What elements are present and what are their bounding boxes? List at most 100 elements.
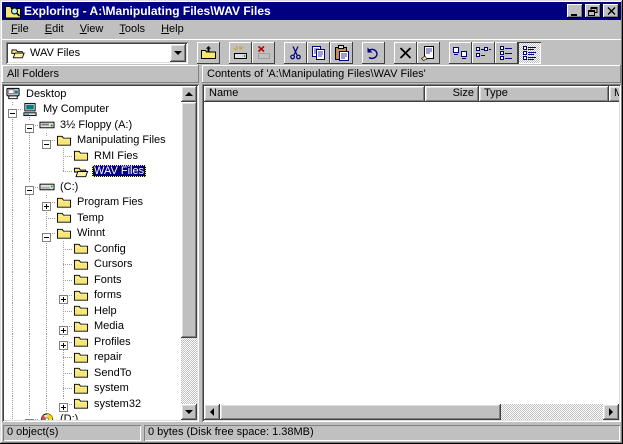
map-network-drive-button[interactable] <box>229 42 252 64</box>
tree-item-label[interactable]: Help <box>92 305 119 317</box>
tree-item-label[interactable]: repair <box>92 351 124 363</box>
up-one-level-button[interactable] <box>197 42 220 64</box>
cut-button[interactable] <box>284 42 307 64</box>
tree-item-label[interactable]: Program Fies <box>75 196 145 208</box>
tree-item-manipulating-files[interactable]: Manipulating Files <box>4 133 181 149</box>
tree-item-profiles[interactable]: Profiles <box>4 334 181 350</box>
details-button[interactable] <box>518 42 541 64</box>
close-button[interactable] <box>603 4 619 18</box>
tree-item-label[interactable]: system32 <box>92 398 143 410</box>
tree-item-system32[interactable]: system32 <box>4 396 181 412</box>
scroll-up-button[interactable] <box>181 86 197 102</box>
tree-item-label[interactable]: forms <box>92 289 124 301</box>
vertical-scroll-track[interactable] <box>181 338 197 404</box>
tree-item-label[interactable]: Profiles <box>92 336 133 348</box>
tree-item-forms[interactable]: forms <box>4 288 181 304</box>
expand-plus-icon[interactable] <box>42 198 51 207</box>
collapse-minus-icon[interactable] <box>42 229 51 238</box>
tree-item-label[interactable]: SendTo <box>92 367 133 379</box>
menu-help[interactable]: Help <box>153 21 192 38</box>
expand-plus-icon[interactable] <box>25 415 34 421</box>
tree-guide <box>21 288 38 304</box>
tree-vertical-scrollbar[interactable] <box>181 86 197 420</box>
expand-plus-icon[interactable] <box>59 337 68 346</box>
expand-plus-icon[interactable] <box>59 322 68 331</box>
tree-item-label[interactable]: WAV Files <box>92 165 146 177</box>
tree-item-system[interactable]: system <box>4 381 181 397</box>
expand-plus-icon[interactable] <box>59 291 68 300</box>
menu-edit[interactable]: Edit <box>37 21 72 38</box>
collapse-minus-icon[interactable] <box>42 136 51 145</box>
tree-item-cursors[interactable]: Cursors <box>4 257 181 273</box>
file-list-area[interactable] <box>204 102 619 404</box>
horizontal-scroll-track[interactable] <box>501 404 603 420</box>
tree-item-label[interactable]: Media <box>92 320 126 332</box>
properties-button[interactable] <box>417 42 440 64</box>
collapse-minus-icon[interactable] <box>25 120 34 129</box>
menu-file[interactable]: File <box>3 21 37 38</box>
tree-item-label[interactable]: (D:) <box>58 413 80 420</box>
menu-view[interactable]: View <box>72 21 112 38</box>
folder-icon <box>56 133 72 148</box>
tree-item-label[interactable]: Winnt <box>75 227 107 239</box>
explorer-app-icon <box>5 4 21 19</box>
undo-button[interactable] <box>362 42 385 64</box>
vertical-scroll-thumb[interactable] <box>181 102 197 338</box>
tree-item-wav-files[interactable]: WAV Files <box>4 164 181 180</box>
menu-tools[interactable]: Tools <box>111 21 153 38</box>
tree-item-label[interactable]: My Computer <box>41 103 111 115</box>
collapse-minus-icon[interactable] <box>25 182 34 191</box>
tree-item-label[interactable]: Cursors <box>92 258 135 270</box>
tree-guide <box>4 303 21 319</box>
address-combo[interactable]: WAV Files <box>6 42 188 64</box>
tree-item-label[interactable]: Config <box>92 243 128 255</box>
copy-button[interactable] <box>307 42 330 64</box>
tree-item-label[interactable]: 3½ Floppy (A:) <box>58 119 134 131</box>
minimize-button[interactable] <box>567 4 583 18</box>
tree-item-config[interactable]: Config <box>4 241 181 257</box>
tree-item-sendto[interactable]: SendTo <box>4 365 181 381</box>
tree-item-desktop[interactable]: Desktop <box>4 86 181 102</box>
tree-item-label[interactable]: Desktop <box>24 88 68 100</box>
tree-item-label[interactable]: system <box>92 382 131 394</box>
restore-button[interactable] <box>585 4 601 18</box>
tree-item-program-fies[interactable]: Program Fies <box>4 195 181 211</box>
tree-item-help[interactable]: Help <box>4 303 181 319</box>
column-header-size[interactable]: Size <box>425 86 479 102</box>
scroll-left-button[interactable] <box>204 404 220 420</box>
tree-item-label[interactable]: Manipulating Files <box>75 134 168 146</box>
cut-icon <box>287 45 304 61</box>
tree-item-label[interactable]: Temp <box>75 212 106 224</box>
address-combo-dropdown-button[interactable] <box>170 44 186 62</box>
scroll-right-button[interactable] <box>603 404 619 420</box>
column-header-name[interactable]: Name <box>204 86 425 102</box>
tree-item-label[interactable]: RMI Fies <box>92 150 140 162</box>
horizontal-scroll-thumb[interactable] <box>220 404 501 420</box>
tree-item-temp[interactable]: Temp <box>4 210 181 226</box>
tree-item-c[interactable]: (C:) <box>4 179 181 195</box>
tree-item-fonts[interactable]: Fonts <box>4 272 181 288</box>
tree-item-3-floppy-a[interactable]: 3½ Floppy (A:) <box>4 117 181 133</box>
tree-guide <box>38 365 55 381</box>
tree-item-media[interactable]: Media <box>4 319 181 335</box>
list-horizontal-scrollbar[interactable] <box>204 404 619 420</box>
large-icons-button[interactable] <box>449 42 472 64</box>
tree-item-label[interactable]: (C:) <box>58 181 80 193</box>
disconnect-network-drive-button[interactable] <box>252 42 275 64</box>
tree-item-d[interactable]: (D:) <box>4 412 181 421</box>
tree-item-my-computer[interactable]: My Computer <box>4 102 181 118</box>
tree-item-winnt[interactable]: Winnt <box>4 226 181 242</box>
column-header-type[interactable]: Type <box>479 86 609 102</box>
collapse-minus-icon[interactable] <box>8 105 17 114</box>
delete-button[interactable] <box>394 42 417 64</box>
tree-item-label[interactable]: Fonts <box>92 274 124 286</box>
expand-plus-icon[interactable] <box>59 399 68 408</box>
list-button[interactable] <box>495 42 518 64</box>
tree-item-rmi-fies[interactable]: RMI Fies <box>4 148 181 164</box>
tree-connector <box>21 412 38 421</box>
small-icons-button[interactable] <box>472 42 495 64</box>
tree-item-repair[interactable]: repair <box>4 350 181 366</box>
column-header-modified[interactable]: Modified <box>609 86 619 102</box>
scroll-down-button[interactable] <box>181 404 197 420</box>
paste-button[interactable] <box>330 42 353 64</box>
